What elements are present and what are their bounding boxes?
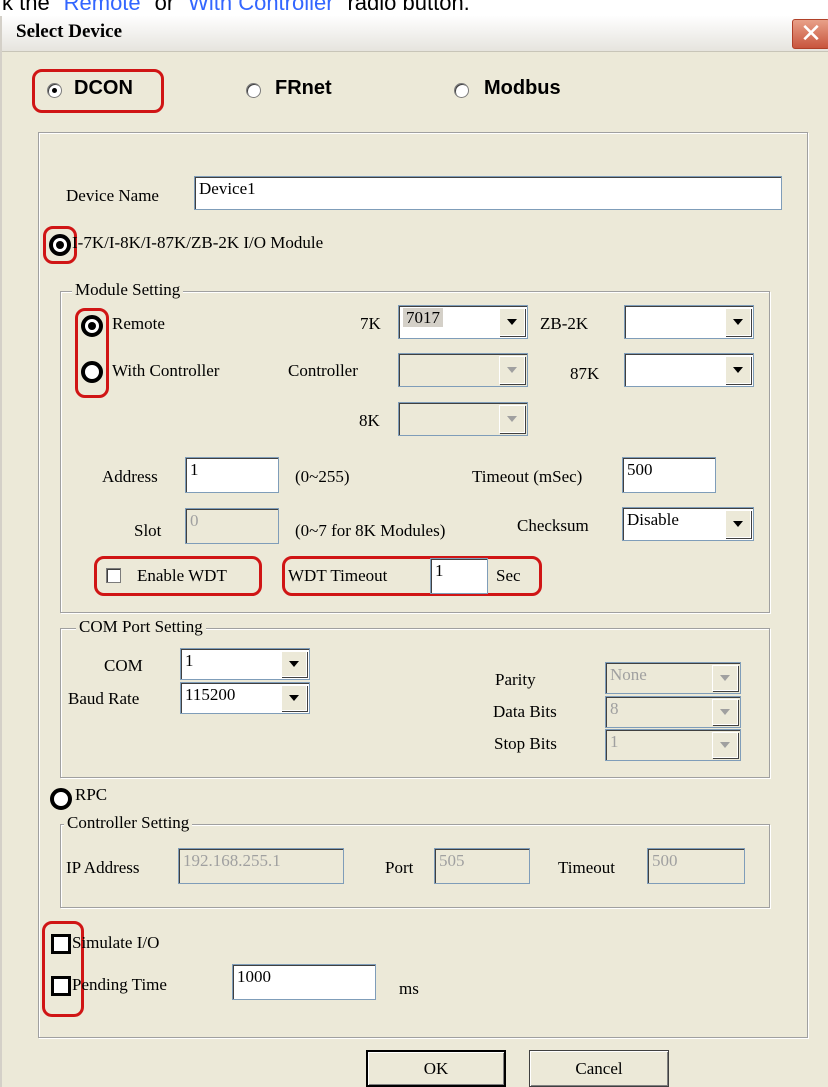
with-controller-label: With Controller: [112, 361, 220, 380]
label-frnet: FRnet: [275, 77, 332, 99]
instruction-link-with-controller[interactable]: With Controller: [188, 0, 333, 15]
device-name-label: Device Name: [66, 186, 159, 205]
enable-wdt-checkbox[interactable]: [106, 568, 121, 583]
select-com-value: 1: [185, 651, 194, 670]
label-controller: Controller: [288, 361, 358, 380]
select-data-bits-value: 8: [610, 699, 619, 718]
device-name-input[interactable]: Device1: [194, 176, 782, 210]
ok-button[interactable]: OK: [366, 1050, 506, 1087]
radio-dot-icon: [56, 241, 64, 249]
wdt-unit: Sec: [496, 566, 521, 585]
select-parity-value: None: [610, 665, 647, 684]
ip-address-input[interactable]: 192.168.255.1: [178, 848, 344, 884]
select-baud-rate[interactable]: 115200: [180, 682, 310, 714]
chevron-down-icon[interactable]: [725, 356, 751, 384]
select-com[interactable]: 1: [180, 648, 310, 680]
select-stop-bits-value: 1: [610, 732, 619, 751]
radio-modbus[interactable]: [454, 83, 469, 98]
data-bits-label: Data Bits: [493, 702, 557, 721]
pending-time-unit: ms: [399, 979, 419, 998]
rpc-label: RPC: [75, 785, 108, 804]
chevron-down-icon[interactable]: [712, 665, 738, 691]
instruction-middle: " or ": [140, 0, 189, 15]
radio-rpc[interactable]: [50, 788, 72, 810]
parity-label: Parity: [495, 670, 536, 689]
instruction-prefix: k the ": [2, 0, 64, 15]
select-87k[interactable]: [624, 353, 754, 387]
controller-setting-legend: Controller Setting: [64, 813, 193, 833]
radio-dcon[interactable]: [47, 83, 62, 98]
chevron-down-icon[interactable]: [712, 699, 738, 725]
close-icon: ✕: [800, 19, 822, 49]
radio-dot-icon: [88, 322, 96, 330]
label-zb2k: ZB-2K: [540, 314, 589, 333]
select-data-bits[interactable]: 8: [605, 696, 741, 728]
timeout-input[interactable]: 500: [622, 457, 716, 493]
chevron-down-icon[interactable]: [725, 308, 751, 336]
enable-wdt-label: Enable WDT: [137, 566, 227, 585]
pending-time-label: Pending Time: [72, 975, 167, 994]
stop-bits-label: Stop Bits: [494, 734, 557, 753]
instruction-suffix: " radio button.: [333, 0, 470, 15]
radio-dot-icon: [52, 88, 57, 93]
io-module-label: I-7K/I-8K/I-87K/ZB-2K I/O Module: [72, 233, 324, 252]
port-input[interactable]: 505: [434, 848, 530, 884]
chevron-down-icon[interactable]: [281, 651, 307, 677]
cancel-button[interactable]: Cancel: [529, 1050, 669, 1087]
label-modbus: Modbus: [484, 77, 561, 99]
title-bar: Select Device ✕: [2, 16, 828, 52]
radio-io-module[interactable]: [49, 234, 71, 256]
select-checksum[interactable]: Disable: [622, 507, 754, 541]
instruction-link-remote[interactable]: Remote: [64, 0, 141, 15]
address-input[interactable]: 1: [185, 457, 279, 493]
chevron-down-icon[interactable]: [499, 308, 525, 336]
select-stop-bits[interactable]: 1: [605, 729, 741, 761]
select-checksum-value: Disable: [627, 510, 679, 529]
radio-remote[interactable]: [81, 315, 103, 337]
label-dcon: DCON: [74, 77, 133, 99]
select-zb2k[interactable]: [624, 305, 754, 339]
chevron-down-icon[interactable]: [499, 405, 525, 433]
checksum-label: Checksum: [517, 516, 589, 535]
com-port-legend: COM Port Setting: [76, 617, 206, 637]
timeout-label: Timeout (mSec): [472, 467, 583, 486]
address-range: (0~255): [295, 467, 350, 486]
radio-with-controller[interactable]: [81, 361, 103, 383]
chevron-down-icon[interactable]: [725, 510, 751, 538]
select-controller[interactable]: [398, 353, 528, 387]
chevron-down-icon[interactable]: [499, 356, 525, 384]
chevron-down-icon[interactable]: [712, 732, 738, 758]
pending-time-checkbox[interactable]: [51, 976, 71, 996]
select-7k[interactable]: 7017: [398, 305, 528, 339]
close-button[interactable]: ✕: [792, 19, 828, 49]
slot-input[interactable]: 0: [185, 508, 279, 544]
com-label: COM: [104, 656, 143, 675]
wdt-timeout-label: WDT Timeout: [288, 566, 388, 585]
label-8k: 8K: [359, 411, 380, 430]
remote-label: Remote: [112, 314, 165, 333]
rpc-timeout-input[interactable]: 500: [647, 848, 745, 884]
pending-time-input[interactable]: 1000: [232, 964, 376, 1000]
port-label: Port: [385, 858, 414, 877]
window-title: Select Device: [16, 21, 123, 42]
ip-address-label: IP Address: [66, 858, 140, 877]
select-baud-rate-value: 115200: [185, 685, 236, 704]
radio-frnet[interactable]: [246, 83, 261, 98]
chevron-down-icon[interactable]: [281, 685, 307, 711]
slot-range: (0~7 for 8K Modules): [295, 521, 446, 540]
select-7k-value: 7017: [403, 308, 443, 327]
select-device-dialog: Select Device ✕ DCON FRnet Modbus Device…: [0, 16, 828, 1087]
address-label: Address: [102, 467, 158, 486]
label-87k: 87K: [570, 364, 600, 383]
baud-rate-label: Baud Rate: [68, 689, 140, 708]
select-8k[interactable]: [398, 402, 528, 436]
simulate-io-label: Simulate I/O: [72, 933, 160, 952]
slot-label: Slot: [134, 521, 162, 540]
select-parity[interactable]: None: [605, 662, 741, 694]
module-setting-legend: Module Setting: [72, 280, 184, 300]
wdt-timeout-input[interactable]: 1: [430, 558, 488, 594]
rpc-timeout-label: Timeout: [558, 858, 616, 877]
simulate-io-checkbox[interactable]: [51, 934, 71, 954]
label-7k: 7K: [360, 314, 381, 333]
